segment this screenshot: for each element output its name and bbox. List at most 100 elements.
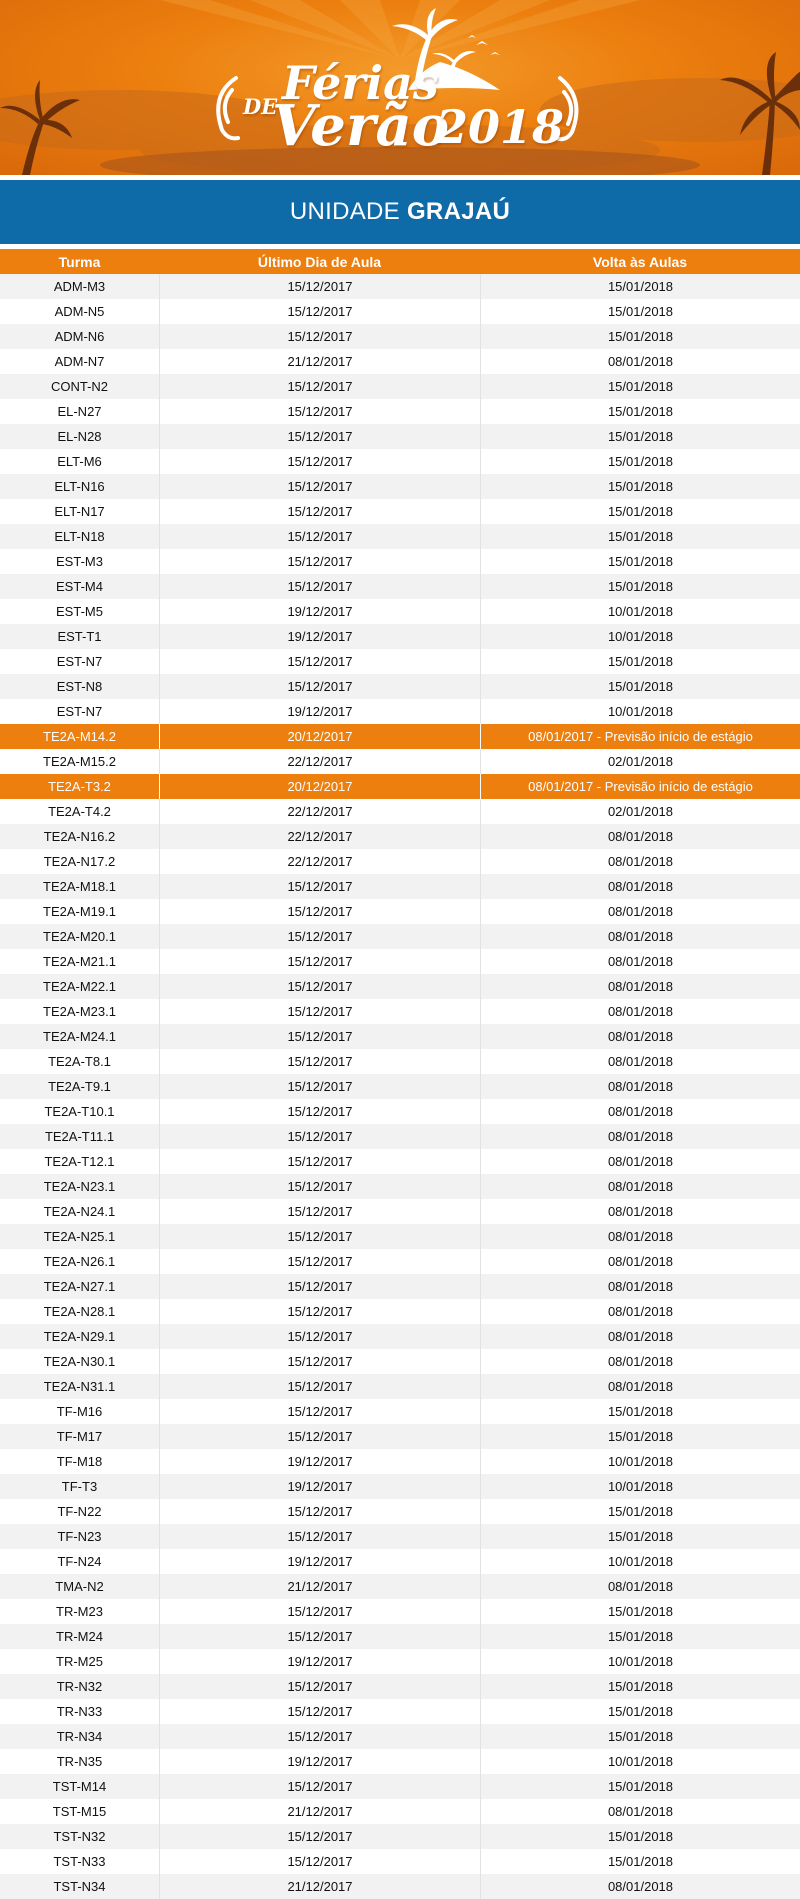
cell-volta-aulas: 10/01/2018 bbox=[480, 1749, 800, 1774]
cell-ultimo-dia: 15/12/2017 bbox=[159, 1824, 480, 1849]
cell-volta-aulas: 08/01/2018 bbox=[480, 349, 800, 374]
table-row: TE2A-M20.1 15/12/2017 08/01/2018 bbox=[0, 924, 800, 949]
table-row: TR-N33 15/12/2017 15/01/2018 bbox=[0, 1699, 800, 1724]
cell-turma: CONT-N2 bbox=[50, 379, 109, 394]
cell-turma: TE2A-M15.2 bbox=[43, 754, 116, 769]
cell-turma: EST-M4 bbox=[56, 579, 103, 594]
table-row: TF-N23 15/12/2017 15/01/2018 bbox=[0, 1524, 800, 1549]
cell-turma: ELT-M6 bbox=[57, 454, 102, 469]
cell-ultimo-dia: 15/12/2017 bbox=[159, 1849, 480, 1874]
cell-turma: TF-M17 bbox=[56, 1429, 103, 1444]
cell-turma: TR-N33 bbox=[56, 1704, 103, 1719]
cell-ultimo-dia: 15/12/2017 bbox=[159, 1774, 480, 1799]
table-row: TE2A-M23.1 15/12/2017 08/01/2018 bbox=[0, 999, 800, 1024]
cell-ultimo-dia: 22/12/2017 bbox=[159, 749, 480, 774]
cell-ultimo-dia: 15/12/2017 bbox=[159, 424, 480, 449]
table-row: TE2A-N24.1 15/12/2017 08/01/2018 bbox=[0, 1199, 800, 1224]
table-row: CONT-N2 15/12/2017 15/01/2018 bbox=[0, 374, 800, 399]
cell-turma: EL-N27 bbox=[57, 404, 102, 419]
cell-turma: EST-M5 bbox=[56, 604, 103, 619]
cell-volta-aulas: 08/01/2018 bbox=[480, 1199, 800, 1224]
cell-volta-aulas: 02/01/2018 bbox=[480, 799, 800, 824]
table-row: TST-M14 15/12/2017 15/01/2018 bbox=[0, 1774, 800, 1799]
cell-volta-aulas: 15/01/2018 bbox=[480, 1774, 800, 1799]
table-row: ELT-N18 15/12/2017 15/01/2018 bbox=[0, 524, 800, 549]
cell-volta-aulas: 15/01/2018 bbox=[480, 1399, 800, 1424]
table-row: ADM-M3 15/12/2017 15/01/2018 bbox=[0, 274, 800, 299]
table-row: ELT-N17 15/12/2017 15/01/2018 bbox=[0, 499, 800, 524]
table-row: TE2A-T12.1 15/12/2017 08/01/2018 bbox=[0, 1149, 800, 1174]
table-row: TE2A-N17.2 22/12/2017 08/01/2018 bbox=[0, 849, 800, 874]
cell-volta-aulas: 15/01/2018 bbox=[480, 424, 800, 449]
table-row: EL-N27 15/12/2017 15/01/2018 bbox=[0, 399, 800, 424]
cell-volta-aulas: 08/01/2018 bbox=[480, 999, 800, 1024]
cell-ultimo-dia: 22/12/2017 bbox=[159, 849, 480, 874]
table-row: EST-N7 15/12/2017 15/01/2018 bbox=[0, 649, 800, 674]
cell-turma: ADM-M3 bbox=[53, 279, 106, 294]
table-row: TST-N32 15/12/2017 15/01/2018 bbox=[0, 1824, 800, 1849]
table-row: TR-M24 15/12/2017 15/01/2018 bbox=[0, 1624, 800, 1649]
cell-ultimo-dia: 15/12/2017 bbox=[159, 574, 480, 599]
table-row: TE2A-T8.1 15/12/2017 08/01/2018 bbox=[0, 1049, 800, 1074]
cell-ultimo-dia: 15/12/2017 bbox=[159, 1149, 480, 1174]
cell-turma: TE2A-N28.1 bbox=[43, 1304, 116, 1319]
cell-ultimo-dia: 15/12/2017 bbox=[159, 999, 480, 1024]
cell-turma: TF-T3 bbox=[61, 1479, 98, 1494]
table-body: ADM-M3 15/12/2017 15/01/2018 ADM-N5 15/12/20… bbox=[0, 274, 800, 1899]
cell-volta-aulas: 08/01/2018 bbox=[480, 1574, 800, 1599]
cell-volta-aulas: 08/01/2018 bbox=[480, 824, 800, 849]
cell-turma: TE2A-M14.2 bbox=[43, 729, 116, 744]
cell-volta-aulas: 15/01/2018 bbox=[480, 1724, 800, 1749]
cell-volta-aulas: 08/01/2018 bbox=[480, 1124, 800, 1149]
cell-volta-aulas: 08/01/2018 bbox=[480, 1324, 800, 1349]
cell-turma: ELT-N17 bbox=[54, 504, 105, 519]
cell-turma: TE2A-M20.1 bbox=[43, 929, 116, 944]
cell-volta-aulas: 15/01/2018 bbox=[480, 1699, 800, 1724]
table-row: TE2A-N25.1 15/12/2017 08/01/2018 bbox=[0, 1224, 800, 1249]
cell-ultimo-dia: 15/12/2017 bbox=[159, 874, 480, 899]
cell-volta-aulas: 15/01/2018 bbox=[480, 1849, 800, 1874]
cell-turma: TMA-N2 bbox=[55, 1579, 104, 1594]
table-row: TR-N32 15/12/2017 15/01/2018 bbox=[0, 1674, 800, 1699]
cell-turma: TE2A-N25.1 bbox=[43, 1229, 116, 1244]
table-row: EST-T1 19/12/2017 10/01/2018 bbox=[0, 624, 800, 649]
cell-turma: TR-M23 bbox=[56, 1604, 103, 1619]
cell-volta-aulas: 15/01/2018 bbox=[480, 1524, 800, 1549]
cell-ultimo-dia: 15/12/2017 bbox=[159, 1374, 480, 1399]
table-row: TE2A-T9.1 15/12/2017 08/01/2018 bbox=[0, 1074, 800, 1099]
cell-volta-aulas: 08/01/2018 bbox=[480, 849, 800, 874]
cell-turma: ELT-N18 bbox=[54, 529, 105, 544]
cell-turma: TF-N24 bbox=[57, 1554, 102, 1569]
cell-volta-aulas: 08/01/2018 bbox=[480, 1349, 800, 1374]
cell-turma: TE2A-T4.2 bbox=[48, 804, 111, 819]
table-row: TE2A-N30.1 15/12/2017 08/01/2018 bbox=[0, 1349, 800, 1374]
cell-ultimo-dia: 20/12/2017 bbox=[159, 724, 480, 749]
table-row: TF-M18 19/12/2017 10/01/2018 bbox=[0, 1449, 800, 1474]
cell-ultimo-dia: 19/12/2017 bbox=[159, 1449, 480, 1474]
cell-volta-aulas: 15/01/2018 bbox=[480, 1674, 800, 1699]
cell-volta-aulas: 10/01/2018 bbox=[480, 1449, 800, 1474]
table-row: ADM-N7 21/12/2017 08/01/2018 bbox=[0, 349, 800, 374]
cell-volta-aulas: 15/01/2018 bbox=[480, 1624, 800, 1649]
cell-turma: TF-N23 bbox=[57, 1529, 102, 1544]
cell-ultimo-dia: 15/12/2017 bbox=[159, 899, 480, 924]
table-row: TF-T3 19/12/2017 10/01/2018 bbox=[0, 1474, 800, 1499]
cell-ultimo-dia: 19/12/2017 bbox=[159, 1549, 480, 1574]
cell-volta-aulas: 08/01/2018 bbox=[480, 1874, 800, 1899]
cell-turma: ADM-N6 bbox=[54, 329, 105, 344]
cell-ultimo-dia: 15/12/2017 bbox=[159, 1424, 480, 1449]
cell-ultimo-dia: 15/12/2017 bbox=[159, 1074, 480, 1099]
table-row: ADM-N6 15/12/2017 15/01/2018 bbox=[0, 324, 800, 349]
cell-volta-aulas: 15/01/2018 bbox=[480, 1424, 800, 1449]
table-row: EST-N7 19/12/2017 10/01/2018 bbox=[0, 699, 800, 724]
table-row: TE2A-N27.1 15/12/2017 08/01/2018 bbox=[0, 1274, 800, 1299]
cell-volta-aulas: 08/01/2018 bbox=[480, 899, 800, 924]
cell-turma: TE2A-T8.1 bbox=[48, 1054, 111, 1069]
cell-volta-aulas: 15/01/2018 bbox=[480, 299, 800, 324]
cell-turma: TE2A-M18.1 bbox=[43, 879, 116, 894]
cell-ultimo-dia: 15/12/2017 bbox=[159, 1274, 480, 1299]
table-row: EST-M5 19/12/2017 10/01/2018 bbox=[0, 599, 800, 624]
cell-ultimo-dia: 20/12/2017 bbox=[159, 774, 480, 799]
table-row: EL-N28 15/12/2017 15/01/2018 bbox=[0, 424, 800, 449]
cell-volta-aulas: 08/01/2018 bbox=[480, 1249, 800, 1274]
